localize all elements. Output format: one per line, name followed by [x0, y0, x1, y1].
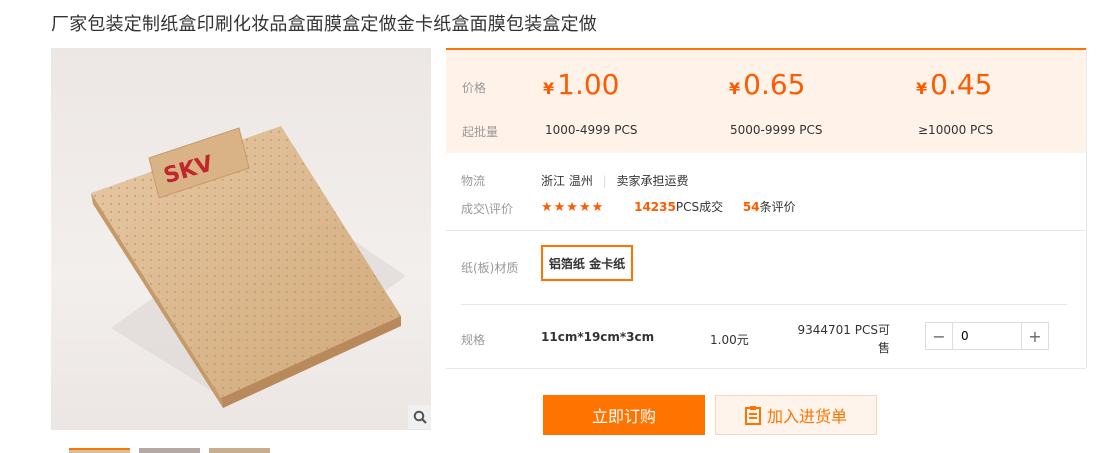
review-count[interactable]: 54 — [743, 200, 760, 214]
clipboard-icon — [744, 406, 761, 425]
add-to-cart-button[interactable]: 加入进货单 — [715, 395, 877, 435]
product-box-illustration: SKV — [91, 126, 406, 408]
deal-count[interactable]: 14235 — [634, 200, 676, 214]
thumbnail-strip — [69, 448, 270, 453]
price-value: 0.45 — [930, 68, 993, 101]
spec-unit-price: 1.00元 — [710, 333, 749, 347]
price-tier-1-range: 1000-4999 PCS — [545, 123, 638, 137]
stock-line-2: 售 — [877, 341, 890, 355]
deals-label: 成交\评价 — [461, 202, 514, 216]
price-label: 价格 — [462, 81, 487, 95]
product-main-image[interactable]: SKV — [51, 48, 431, 430]
price-tier-3: ¥0.45 — [916, 68, 992, 101]
quantity-input[interactable] — [952, 323, 1022, 349]
currency-symbol: ¥ — [729, 79, 741, 98]
logistics-separator: | — [602, 174, 607, 188]
thumbnail-1[interactable] — [69, 448, 130, 453]
thumbnail-3[interactable] — [209, 448, 270, 453]
zoom-button[interactable] — [408, 405, 431, 429]
magnifier-icon — [413, 410, 427, 424]
order-now-button[interactable]: 立即订购 — [543, 395, 705, 435]
logistics-info: 浙江 温州 | 卖家承担运费 — [541, 172, 689, 189]
spec-stock: 9344701 PCS可 售 — [790, 321, 891, 357]
increment-button[interactable]: + — [1022, 323, 1048, 349]
price-value: 1.00 — [557, 68, 620, 101]
price-tier-3-range: ≥10000 PCS — [918, 123, 994, 137]
section-divider — [446, 230, 1086, 231]
material-label: 纸(板)材质 — [461, 261, 519, 275]
decrement-button[interactable]: − — [926, 323, 952, 349]
price-tier-2-range: 5000-9999 PCS — [730, 123, 823, 137]
quantity-stepper[interactable]: − + — [925, 322, 1049, 350]
spec-label: 规格 — [461, 333, 486, 347]
review-suffix: 条评价 — [759, 200, 796, 214]
logistics-label: 物流 — [461, 174, 486, 188]
price-value: 0.65 — [743, 68, 806, 101]
rating-stars[interactable]: ★★★★★ — [541, 200, 604, 215]
material-option-selected[interactable]: 铝箔纸 金卡纸 — [541, 245, 633, 281]
add-to-cart-label: 加入进货单 — [766, 407, 847, 426]
logistics-location: 浙江 温州 — [541, 174, 593, 188]
currency-symbol: ¥ — [916, 79, 928, 98]
price-tier-2: ¥0.65 — [729, 68, 805, 101]
deal-suffix: PCS成交 — [675, 200, 724, 214]
spec-size: 11cm*19cm*3cm — [541, 330, 655, 344]
thumbnail-2[interactable] — [139, 448, 200, 453]
panel-divider — [1086, 48, 1087, 368]
deals-info: ★★★★★ 14235PCS成交 54条评价 — [541, 198, 796, 215]
price-panel: 价格 起批量 ¥1.00 1000-4999 PCS ¥0.65 5000-99… — [446, 48, 1086, 153]
logistics-shipping: 卖家承担运费 — [616, 174, 689, 188]
moq-label: 起批量 — [462, 125, 499, 139]
product-title: 厂家包装定制纸盒印刷化妆品盒面膜盒定做金卡纸盒面膜包装盒定做 — [51, 14, 597, 35]
price-tier-1: ¥1.00 — [543, 68, 619, 101]
currency-symbol: ¥ — [543, 79, 555, 98]
stock-line-1: 9344701 PCS可 — [797, 323, 891, 337]
